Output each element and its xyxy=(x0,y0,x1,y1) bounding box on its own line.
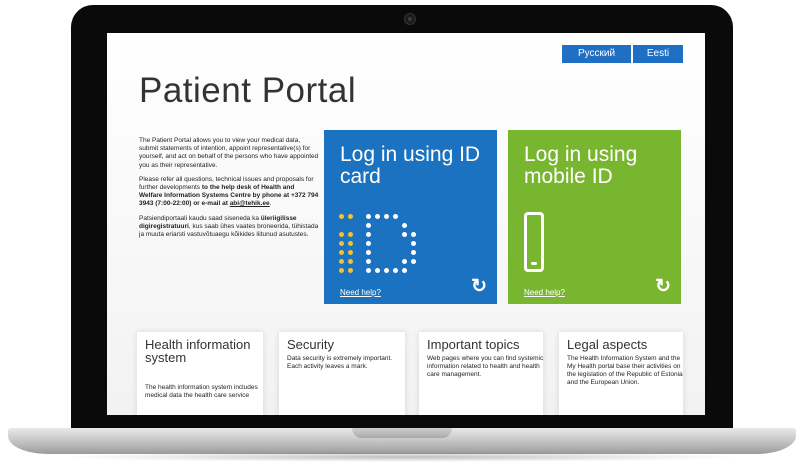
id-logo-dot xyxy=(411,250,416,255)
card-title: Health information system xyxy=(145,337,251,365)
mobile-phone-icon xyxy=(524,212,544,272)
id-logo-dot xyxy=(348,250,353,255)
id-logo-dot xyxy=(402,268,407,273)
id-logo-dot xyxy=(366,250,371,255)
id-logo-dot xyxy=(339,268,344,273)
card-text: The Health Information System and the My… xyxy=(567,355,683,386)
card-important-topics[interactable]: Important topics Web pages where you can… xyxy=(419,332,543,415)
id-logo-dot xyxy=(339,259,344,264)
id-card-help-arrow-icon[interactable]: ↻ xyxy=(471,275,487,298)
card-title: Security xyxy=(287,337,334,352)
id-logo-dot xyxy=(375,214,380,219)
id-logo-dot xyxy=(348,241,353,246)
intro-paragraph-2: Please refer all questions, technical is… xyxy=(139,176,319,209)
camera-icon xyxy=(404,13,416,25)
id-logo-dot xyxy=(411,232,416,237)
id-logo-dot xyxy=(366,268,371,273)
intro-paragraph-1: The Patient Portal allows you to view yo… xyxy=(139,137,319,169)
id-logo-dot xyxy=(393,268,398,273)
id-logo-dot xyxy=(402,223,407,228)
intro-paragraph-3: Patsiendiportaali kaudu saad siseneda ka… xyxy=(139,215,319,240)
page-title: Patient Portal xyxy=(139,71,357,110)
intro-text: The Patient Portal allows you to view yo… xyxy=(139,137,319,245)
mobile-id-help-link[interactable]: Need help? xyxy=(524,288,565,297)
id-logo-dot xyxy=(402,259,407,264)
intro-p3-start: Patsiendiportaali kaudu saad siseneda ka xyxy=(139,214,261,222)
laptop-notch xyxy=(352,428,452,438)
id-logo-dot xyxy=(339,232,344,237)
card-security[interactable]: Security Data security is extremely impo… xyxy=(279,332,405,415)
id-logo-dot xyxy=(366,214,371,219)
card-title: Important topics xyxy=(427,337,520,352)
id-logo-dot xyxy=(348,268,353,273)
card-text: The health information system includes m… xyxy=(145,384,258,399)
id-logo-dot xyxy=(366,232,371,237)
id-logo-dot xyxy=(366,259,371,264)
id-logo-dot xyxy=(339,214,344,219)
id-logo-dot xyxy=(402,232,407,237)
mobile-id-help-arrow-icon[interactable]: ↻ xyxy=(655,275,671,298)
id-logo-dot xyxy=(348,259,353,264)
login-id-card-tile[interactable]: Log in using ID card Need help? ↻ xyxy=(324,130,497,304)
id-logo-dot xyxy=(366,241,371,246)
id-logo-dot xyxy=(384,268,389,273)
language-estonian-button[interactable]: Eesti xyxy=(633,45,683,63)
id-logo-dot xyxy=(339,250,344,255)
id-card-help-link[interactable]: Need help? xyxy=(340,288,381,297)
login-mobile-id-tile[interactable]: Log in using mobile ID Need help? ↻ xyxy=(508,130,681,304)
laptop-shadow xyxy=(60,452,744,462)
screen: Русский Eesti Patient Portal The Patient… xyxy=(107,33,705,415)
id-logo-dot xyxy=(393,214,398,219)
login-mobile-id-title: Log in using mobile ID xyxy=(524,143,638,188)
language-russian-button[interactable]: Русский xyxy=(562,45,631,63)
id-logo-dot xyxy=(348,214,353,219)
card-title: Legal aspects xyxy=(567,337,648,352)
id-logo-dot xyxy=(375,268,380,273)
id-logo-dot xyxy=(366,223,371,228)
card-text: Web pages where you can find systemic in… xyxy=(427,355,544,378)
help-email-link[interactable]: abi@tehik.ee xyxy=(230,200,270,207)
id-logo-dot xyxy=(384,214,389,219)
card-legal-aspects[interactable]: Legal aspects The Health Information Sys… xyxy=(559,332,683,415)
card-health-information-system[interactable]: Health information system The health inf… xyxy=(137,332,263,415)
id-logo-dot xyxy=(339,241,344,246)
intro-p2-end: . xyxy=(269,200,272,208)
login-id-card-title: Log in using ID card xyxy=(340,143,481,188)
card-text: Data security is extremely important. Ea… xyxy=(287,355,393,370)
id-logo-dot xyxy=(348,232,353,237)
id-logo-dot xyxy=(411,241,416,246)
id-logo-dot xyxy=(411,259,416,264)
